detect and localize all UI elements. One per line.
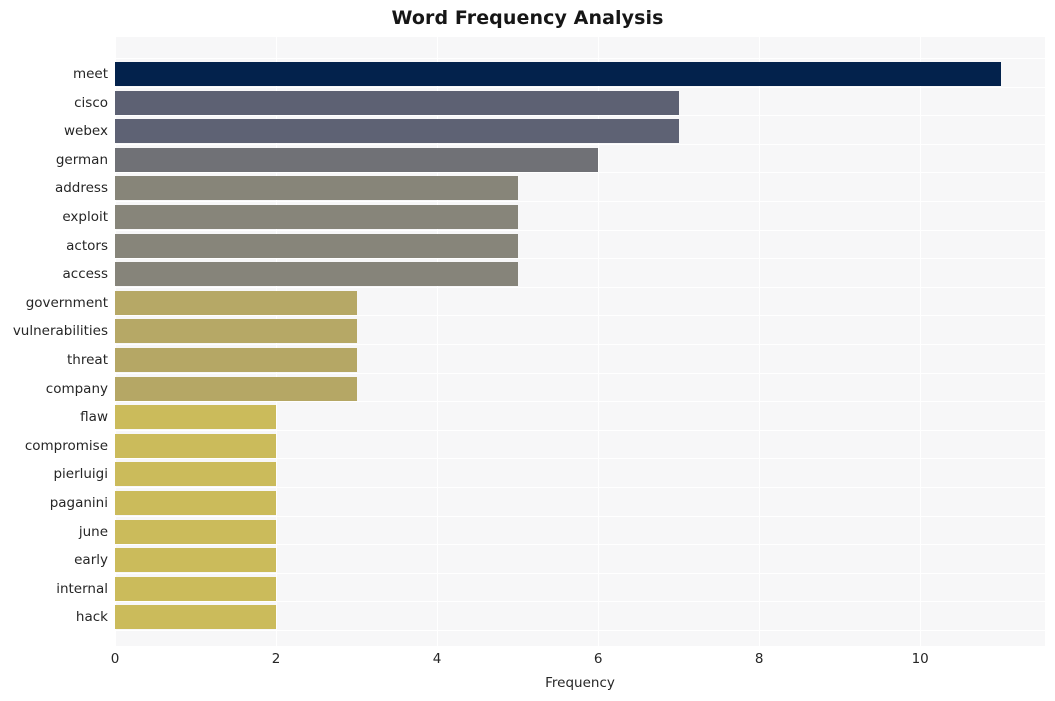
bar[interactable] [115,205,518,229]
x-axis-tick-label: 6 [593,651,603,667]
bar[interactable] [115,262,518,287]
y-axis-tick-label: actors [66,237,108,254]
bar[interactable] [115,548,277,573]
bar[interactable] [115,405,277,430]
gridline-vertical [759,37,761,646]
y-axis-tick-label: cisco [74,94,108,111]
y-axis-tick-label: pierluigi [53,466,108,483]
y-axis-tick-label: june [78,523,108,540]
y-axis-tick-label: company [45,380,108,397]
gridline-horizontal [115,515,1045,517]
y-axis-tick-label: exploit [62,209,108,225]
y-axis-tick-label: german [55,151,108,168]
bar[interactable] [115,348,357,372]
gridline-horizontal [115,544,1045,546]
chart-title: Word Frequency Analysis [391,7,664,29]
y-axis-tick-label: compromise [24,437,108,454]
y-axis-tick-label: hack [75,609,108,626]
plot-area [115,37,1045,646]
gridline-horizontal [115,58,1045,59]
gridline-horizontal [115,458,1045,460]
bar[interactable] [115,176,518,201]
y-axis-tick-label: internal [56,580,108,597]
gridline-horizontal [115,429,1045,431]
gridline-horizontal [115,372,1045,374]
gridline-horizontal [115,315,1045,317]
bar[interactable] [115,319,357,344]
word-frequency-chart: Word Frequency Analysis meet cisco webex ge… [0,0,1055,701]
gridline-horizontal [115,401,1045,403]
y-axis-tick-label: access [62,266,109,283]
y-axis-tick-label: address [54,180,108,197]
y-axis-tick-labels: meet cisco webex german address exploit actors… [0,37,108,646]
x-axis-tick-label: 2 [271,651,281,667]
gridline-horizontal [115,286,1045,288]
bar[interactable] [115,576,277,601]
gridline-horizontal [115,572,1045,574]
gridline-horizontal [115,115,1045,117]
y-axis-tick-label: webex [64,123,108,140]
gridline-horizontal [115,344,1045,345]
x-axis-tick-labels: 0 2 4 6 8 10 [0,651,1055,673]
y-axis-tick-label: meet [72,66,108,82]
bar[interactable] [115,147,599,172]
bar[interactable] [115,433,277,458]
gridline-horizontal [115,172,1045,174]
y-axis-tick-label: early [74,552,108,569]
gridline-horizontal [115,201,1045,202]
bar[interactable] [115,462,277,487]
bar[interactable] [115,233,518,258]
bar[interactable] [115,519,277,544]
y-axis-tick-label: vulnerabilities [12,323,108,340]
bar[interactable] [115,605,277,630]
gridline-horizontal [115,143,1045,145]
gridline-horizontal [115,630,1045,631]
bar[interactable] [115,119,679,144]
bar[interactable] [115,62,1001,86]
y-axis-tick-label: government [25,294,108,311]
x-axis-title: Frequency [545,675,615,691]
x-axis-tick-label: 8 [754,651,764,667]
bar[interactable] [115,290,357,315]
gridline-vertical [920,37,922,646]
y-axis-tick-label: flaw [80,409,108,426]
gridline-horizontal [115,258,1045,260]
gridline-horizontal [115,601,1045,603]
x-axis-tick-label: 4 [432,651,442,667]
y-axis-tick-label: threat [67,352,108,368]
bar[interactable] [115,376,357,401]
bar[interactable] [115,491,277,515]
gridline-horizontal [115,229,1045,231]
gridline-horizontal [115,487,1045,488]
bar[interactable] [115,90,679,115]
x-axis-tick-label: 0 [110,651,120,667]
gridline-horizontal [115,86,1045,88]
y-axis-tick-label: paganini [49,495,108,511]
x-axis-tick-label: 10 [911,651,929,667]
